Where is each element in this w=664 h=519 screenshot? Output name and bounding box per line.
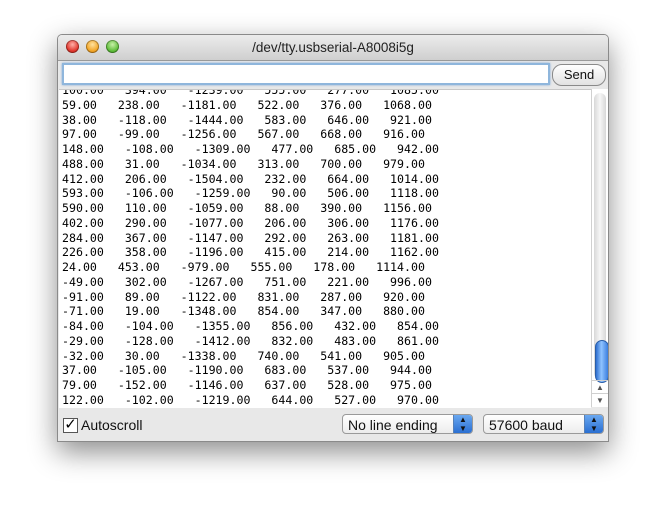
baud-rate-value: 57600 baud — [489, 417, 563, 433]
line-ending-select[interactable]: No line ending ▲ ▼ — [342, 414, 473, 434]
select-stepper-icon: ▲ ▼ — [584, 415, 603, 433]
scroll-up-arrow-icon[interactable]: ▲ — [592, 380, 608, 394]
serial-output-text: 100.00 394.00 -1239.00 555.00 277.00 108… — [62, 89, 439, 408]
serial-output: 100.00 394.00 -1239.00 555.00 277.00 108… — [59, 89, 591, 408]
scrollbar-thumb[interactable] — [595, 340, 608, 383]
serial-monitor-window: /dev/tty.usbserial-A8008i5g Send 100.00 … — [57, 34, 609, 442]
autoscroll-label: Autoscroll — [81, 417, 143, 433]
autoscroll-checkbox[interactable]: ✓ Autoscroll — [63, 417, 142, 433]
serial-send-input[interactable] — [62, 63, 550, 85]
scrollbar-track[interactable] — [594, 93, 608, 383]
checkmark-icon[interactable]: ✓ — [63, 417, 78, 433]
title-bar: /dev/tty.usbserial-A8008i5g — [58, 35, 608, 61]
window-title: /dev/tty.usbserial-A8008i5g — [252, 40, 414, 55]
output-scrollbar[interactable]: ▲ ▼ — [591, 89, 608, 407]
select-stepper-icon: ▲ ▼ — [453, 415, 472, 433]
line-ending-value: No line ending — [348, 417, 438, 433]
bottom-bar: ✓ Autoscroll No line ending ▲ ▼ 57600 bau… — [58, 408, 608, 441]
baud-rate-select[interactable]: 57600 baud ▲ ▼ — [483, 414, 604, 434]
send-button[interactable]: Send — [552, 64, 606, 86]
send-row: Send — [58, 61, 608, 89]
scroll-down-arrow-icon[interactable]: ▼ — [592, 393, 608, 407]
